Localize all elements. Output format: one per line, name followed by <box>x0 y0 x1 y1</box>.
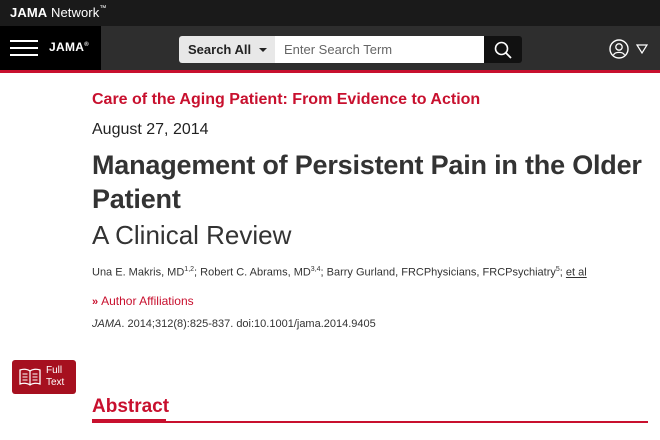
et-al-link[interactable]: et al <box>566 267 587 279</box>
article-subtitle: A Clinical Review <box>92 220 292 250</box>
book-icon <box>19 368 41 386</box>
caret-down-icon <box>259 48 267 52</box>
main-navbar: JAMA® Search All <box>0 26 660 73</box>
journal-name: JAMA <box>92 318 122 330</box>
search-button[interactable] <box>484 36 522 63</box>
full-text-button[interactable]: Full Text <box>12 360 76 394</box>
article-title: Management of Persistent Pain in the Old… <box>92 150 642 214</box>
author-affiliations-toggle[interactable]: » Author Affiliations <box>92 294 194 308</box>
menu-icon[interactable] <box>10 40 38 57</box>
author-name[interactable]: Una E. Makris, MD <box>92 267 184 279</box>
jama-logo[interactable]: JAMA® <box>49 40 89 54</box>
trademark-mark: ™ <box>99 5 107 12</box>
citation: JAMA. 2014;312(8):825-837. doi:10.1001/j… <box>92 318 376 330</box>
jama-network-logo[interactable]: JAMA Network™ <box>10 5 106 20</box>
search-input[interactable] <box>275 36 484 63</box>
jama-logo-text: JAMA <box>49 40 85 54</box>
author-name[interactable]: Barry Gurland, FRCPhysicians, FRCPsychia… <box>327 267 556 279</box>
chevron-down-icon[interactable] <box>636 44 648 54</box>
registered-mark: ® <box>84 42 89 48</box>
author-affiliation-marker: 1,2 <box>184 266 195 273</box>
search-scope-select[interactable]: Search All <box>179 36 275 63</box>
network-topbar: JAMA Network™ <box>0 0 660 26</box>
author-list: Una E. Makris, MD1,2; Robert C. Abrams, … <box>92 266 587 279</box>
full-text-line2: Text <box>46 377 65 388</box>
author-name[interactable]: Robert C. Abrams, MD <box>200 267 311 279</box>
search-icon <box>494 41 512 59</box>
section-divider <box>92 421 648 423</box>
publication-date: August 27, 2014 <box>92 121 209 138</box>
author-affiliation-marker: 3,4 <box>310 266 321 273</box>
search-scope-label: Search All <box>188 42 252 57</box>
menu-block[interactable]: JAMA® <box>0 26 101 70</box>
full-text-line1: Full <box>46 365 63 376</box>
double-chevron-right-icon: » <box>92 296 99 308</box>
abstract-heading: Abstract <box>92 396 170 417</box>
brand-rest: Network <box>47 5 100 20</box>
brand-bold: JAMA <box>10 5 48 20</box>
author-affiliations-label: Author Affiliations <box>101 294 194 308</box>
citation-details: . 2014;312(8):825-837. doi:10.1001/jama.… <box>121 318 376 330</box>
user-icon[interactable] <box>609 39 629 59</box>
full-text-label: Full Text <box>46 365 64 389</box>
author-affiliation-marker: 5 <box>555 266 560 273</box>
section-divider-accent <box>92 419 166 423</box>
series-title[interactable]: Care of the Aging Patient: From Evidence… <box>92 91 480 109</box>
